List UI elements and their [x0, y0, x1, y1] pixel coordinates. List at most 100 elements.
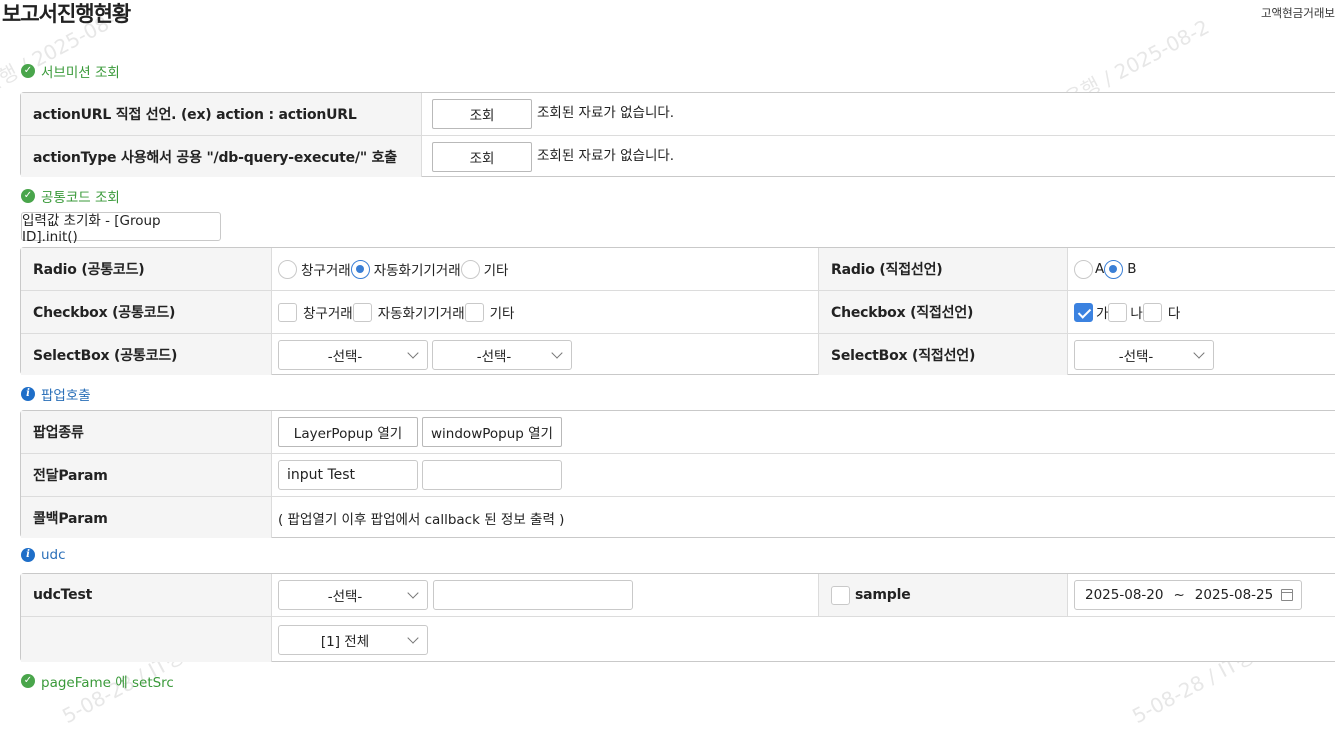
- row-label: Checkbox (공통코드): [21, 291, 272, 333]
- date-range-input[interactable]: 2025-08-20 ~ 2025-08-25: [1074, 580, 1302, 610]
- udc-panel: udcTest -선택- sample 2025-08-20 ~ 2025-08…: [20, 573, 1335, 662]
- select-value: -선택-: [327, 589, 363, 605]
- init-button[interactable]: 입력값 초기화 - [Group ID].init(): [21, 212, 221, 245]
- radio-label: A: [1095, 261, 1105, 277]
- calendar-icon[interactable]: [1281, 589, 1293, 601]
- checkbox-direct-group: 가 나 다: [1068, 291, 1335, 333]
- section-title-text: 공통코드 조회: [41, 190, 120, 206]
- checkbox[interactable]: [1108, 302, 1128, 322]
- row-value: ( 팝업열기 이후 팝업에서 callback 된 정보 출력 ): [272, 497, 1335, 538]
- radio-label: 기타: [483, 263, 509, 279]
- param-input-2[interactable]: [422, 460, 562, 490]
- select-value: -선택-: [476, 348, 512, 365]
- checkbox-label: 창구거래: [303, 306, 353, 322]
- date-separator: ~: [1173, 587, 1185, 603]
- result-text: 조회된 자료가 없습니다.: [537, 105, 675, 121]
- result-text: 조회된 자료가 없습니다.: [537, 147, 675, 164]
- window-popup-button[interactable]: windowPopup 열기: [422, 417, 562, 447]
- row-label: 전달Param: [21, 454, 272, 496]
- chevron-down-icon: [407, 631, 419, 644]
- row-label: Radio (공통코드): [21, 248, 272, 290]
- page-title: 보고서진행현황: [2, 2, 131, 26]
- info-icon: i: [21, 548, 35, 562]
- chevron-down-icon: [407, 346, 419, 359]
- popup-type-row: 팝업종류 LayerPopup 열기 windowPopup 열기: [21, 411, 1335, 453]
- param-input[interactable]: input Test: [278, 460, 418, 490]
- row-value: 조회 조회된 자료가 없습니다.: [422, 136, 1335, 177]
- row-value: LayerPopup 열기 windowPopup 열기: [272, 411, 1335, 453]
- select-value: [1] 전체: [320, 633, 370, 650]
- popup-callback-row: 콜백Param ( 팝업열기 이후 팝업에서 callback 된 정보 출력 …: [21, 496, 1335, 538]
- udc-row-2: [1] 전체: [21, 616, 1335, 662]
- popup-param-row: 전달Param input Test: [21, 453, 1335, 496]
- select-value: -선택-: [1118, 348, 1154, 365]
- checkbox[interactable]: [352, 302, 372, 322]
- popup-panel: 팝업종류 LayerPopup 열기 windowPopup 열기 전달Para…: [20, 410, 1335, 538]
- checkbox[interactable]: [464, 302, 484, 322]
- select-box[interactable]: -선택-: [278, 339, 428, 370]
- row-value: -선택-: [272, 574, 818, 616]
- select-direct-group: -선택-: [1068, 334, 1335, 375]
- date-from: 2025-08-20: [1085, 587, 1164, 603]
- chevron-down-icon: [407, 587, 419, 599]
- row-label: Checkbox (직접선언): [818, 291, 1068, 333]
- checkbox[interactable]: [278, 302, 297, 322]
- top-right-link[interactable]: 고액현금거래보: [1261, 5, 1335, 21]
- select-row: SelectBox (공통코드) -선택- -선택- SelectBox (직접…: [21, 333, 1335, 375]
- radio-option[interactable]: [460, 259, 480, 279]
- checkbox-row: Checkbox (공통코드) 창구거래 자동화기기거래 기타 Checkbox…: [21, 290, 1335, 333]
- check-circle-icon: ✓: [21, 189, 35, 203]
- section-title-text: pageFame 에 setSrc: [41, 675, 174, 691]
- section-title-udc: i udc: [21, 547, 66, 563]
- radio-option[interactable]: [350, 259, 370, 279]
- row-value: [1] 전체: [272, 617, 1335, 662]
- select-box[interactable]: [1] 전체: [278, 624, 428, 655]
- checkbox-label: 다: [1167, 306, 1181, 322]
- row-label: [21, 617, 272, 662]
- submission-panel: actionURL 직접 선언. (ex) action : actionURL…: [20, 92, 1335, 177]
- row-label: udcTest: [21, 574, 272, 616]
- row-label: 콜백Param: [21, 497, 272, 538]
- row-label: actionURL 직접 선언. (ex) action : actionURL: [21, 93, 422, 135]
- select-box[interactable]: -선택-: [432, 339, 572, 370]
- radio-label: 창구거래: [301, 263, 351, 279]
- radio-option[interactable]: [278, 259, 297, 279]
- row-value: input Test: [272, 454, 1335, 496]
- layer-popup-button[interactable]: LayerPopup 열기: [278, 417, 418, 447]
- checkbox-group: 창구거래 자동화기기거래 기타: [272, 291, 818, 333]
- select-box[interactable]: -선택-: [1074, 339, 1214, 370]
- radio-label: B: [1127, 261, 1137, 277]
- udc-test-row: udcTest -선택- sample 2025-08-20 ~ 2025-08…: [21, 574, 1335, 616]
- row-label: 팝업종류: [21, 411, 272, 453]
- sample-checkbox[interactable]: [831, 585, 850, 605]
- info-icon: i: [21, 387, 35, 401]
- checkbox[interactable]: [1142, 302, 1162, 322]
- callback-text: ( 팝업열기 이후 팝업에서 callback 된 정보 출력 ): [278, 511, 565, 528]
- checkbox-label: 가: [1096, 306, 1109, 322]
- row-value: 조회 조회된 자료가 없습니다.: [422, 93, 1335, 135]
- row-label: actionType 사용해서 공용 "/db-query-execute/" …: [21, 136, 422, 177]
- radio-direct-group: A B: [1068, 248, 1335, 290]
- check-circle-icon: ✓: [21, 674, 35, 688]
- checkbox-label: 기타: [489, 306, 515, 322]
- radio-option[interactable]: [1104, 259, 1124, 279]
- common-code-panel: Radio (공통코드) 창구거래 자동화기기거래 기타 Radio (직접선언…: [20, 247, 1335, 375]
- select-group: -선택- -선택-: [272, 334, 818, 375]
- checkbox-label: 나: [1130, 306, 1143, 322]
- checkbox-label: 자동화기기거래: [377, 306, 465, 322]
- select-value: -선택-: [327, 348, 363, 365]
- radio-option[interactable]: [1074, 259, 1093, 279]
- chevron-down-icon: [1193, 346, 1205, 359]
- row-label: SelectBox (공통코드): [21, 334, 272, 375]
- query-button[interactable]: 조회: [432, 141, 532, 172]
- checkbox[interactable]: [1074, 302, 1093, 322]
- query-button[interactable]: 조회: [432, 99, 532, 129]
- udc-input[interactable]: [433, 580, 633, 610]
- date-to: 2025-08-25: [1194, 587, 1274, 603]
- select-box[interactable]: -선택-: [278, 580, 428, 610]
- radio-label: 자동화기기거래: [373, 263, 461, 279]
- section-title-text: udc: [41, 547, 66, 563]
- chevron-down-icon: [551, 346, 563, 359]
- sample-label: sample: [855, 587, 911, 603]
- row-label: Radio (직접선언): [818, 248, 1068, 290]
